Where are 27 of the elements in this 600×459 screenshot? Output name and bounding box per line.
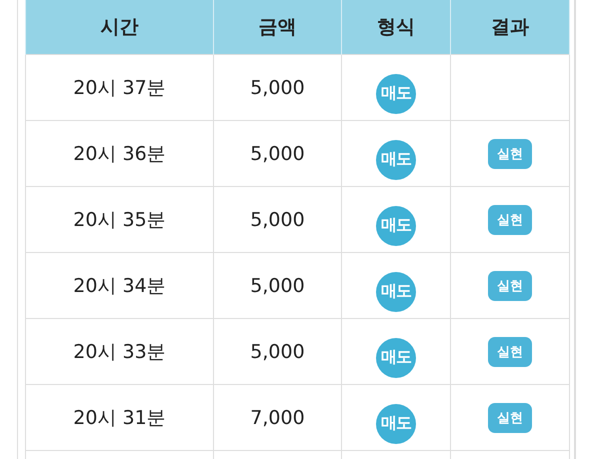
column-header: 금액 (214, 0, 342, 54)
sell-badge: 매도 (376, 272, 416, 312)
result-badge: 실현 (488, 204, 532, 234)
table-cell: 7,000 (250, 406, 305, 428)
sell-badge: 매도 (376, 338, 416, 378)
table-cell: 5,000 (250, 142, 305, 164)
result-badge: 실현 (488, 138, 532, 168)
table-cell: 5,000 (250, 340, 305, 362)
table-cell: 5,000 (250, 274, 305, 296)
column-header: 형식 (342, 0, 450, 54)
table-cell: 20시 36분 (73, 142, 166, 164)
table-cell: 20시 34분 (73, 274, 166, 296)
table-cell: 5,000 (250, 208, 305, 230)
table-cell: 20시 33분 (73, 340, 166, 362)
result-badge: 실현 (488, 270, 532, 300)
column-header: 시간 (26, 0, 214, 54)
table-cell: 5,000 (250, 76, 305, 98)
table-cell: 20시 37분 (73, 76, 166, 98)
sell-badge: 매도 (376, 206, 416, 246)
result-badge: 실현 (488, 402, 532, 432)
result-badge: 실현 (488, 336, 532, 366)
column-header: 결과 (450, 0, 570, 54)
table-cell: 20시 35분 (73, 208, 166, 230)
sell-badge: 매도 (376, 140, 416, 180)
sell-badge: 매도 (376, 74, 416, 114)
table-cell: 20시 31분 (73, 406, 166, 428)
sell-badge: 매도 (376, 404, 416, 444)
